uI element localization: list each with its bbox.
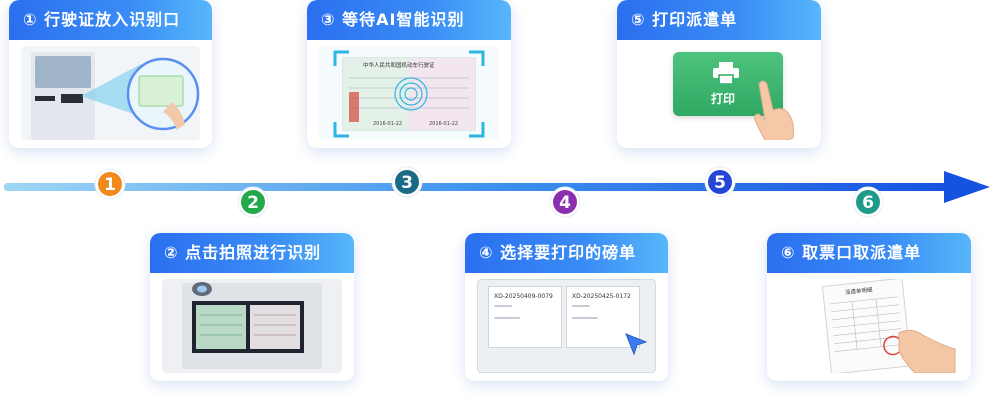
process-timeline: 1 2 3 4 5 6 [4, 166, 990, 218]
step-card-4: ④ 选择要打印的磅单 XD-20250409-0079 XD-20250425-… [465, 233, 668, 381]
step-node-6: 6 [852, 186, 884, 218]
step-node-2: 2 [237, 186, 269, 218]
step-header-1: ① 行驶证放入识别口 [9, 0, 212, 40]
print-button-label: 打印 [711, 92, 736, 106]
step-node-number: 1 [104, 175, 116, 195]
step-header-5: ⑤ 打印派遣单 [617, 0, 821, 40]
step-node-number: 2 [247, 193, 259, 213]
step-title-2: ② 点击拍照进行识别 [164, 243, 322, 262]
step-card-6: ⑥ 取票口取派遣单 派遣单明细 [767, 233, 971, 381]
step-title-5: ⑤ 打印派遣单 [631, 10, 738, 29]
pointing-hand-icon [754, 80, 794, 140]
ticket-id-2: XD-20250425-0172 [572, 293, 631, 300]
timeline-arrowhead [944, 171, 990, 203]
printer-icon [713, 62, 739, 84]
step-node-number: 6 [862, 193, 874, 213]
ticket-option-1[interactable]: XD-20250409-0079 [488, 286, 562, 348]
cursor-icon [625, 333, 648, 356]
license-title: 中华人民共和国机动车行驶证 [363, 61, 435, 69]
step-card-3: ③ 等待AI智能识别 中华人民共和国机动车行驶证 2016-01-22 2016… [307, 0, 511, 148]
step-header-3: ③ 等待AI智能识别 [307, 0, 511, 40]
step-header-4: ④ 选择要打印的磅单 [465, 233, 668, 273]
ticket-select-illustration: XD-20250409-0079 XD-20250425-0172 [477, 279, 656, 373]
license-date-1: 2016-01-22 [373, 121, 402, 127]
step-node-5: 5 [704, 166, 736, 198]
print-illustration: 打印 [629, 46, 809, 140]
license-date-2: 2016-01-22 [429, 121, 458, 127]
step-card-5: ⑤ 打印派遣单 打印 [617, 0, 821, 148]
step-node-number: 5 [714, 173, 726, 193]
step-header-6: ⑥ 取票口取派遣单 [767, 233, 971, 273]
step-node-3: 3 [391, 166, 423, 198]
camera-capture-illustration [162, 279, 342, 373]
dispatch-doc-illustration: 派遣单明细 [779, 279, 959, 373]
step-node-1: 1 [94, 168, 126, 200]
step-card-1: ① 行驶证放入识别口 [9, 0, 212, 148]
step-title-3: ③ 等待AI智能识别 [321, 10, 465, 29]
step-node-number: 4 [559, 193, 571, 213]
step-title-1: ① 行驶证放入识别口 [23, 10, 181, 29]
kiosk-slot-illustration [21, 46, 200, 140]
step-title-6: ⑥ 取票口取派遣单 [781, 243, 922, 262]
step-node-number: 3 [401, 173, 413, 193]
step-node-4: 4 [549, 186, 581, 218]
ai-scan-illustration: 中华人民共和国机动车行驶证 2016-01-22 2016-01-22 [319, 46, 499, 140]
ticket-id-1: XD-20250409-0079 [494, 293, 553, 300]
step-title-4: ④ 选择要打印的磅单 [479, 243, 637, 262]
step-card-2: ② 点击拍照进行识别 [150, 233, 354, 381]
step-header-2: ② 点击拍照进行识别 [150, 233, 354, 273]
timeline-line [4, 183, 954, 191]
